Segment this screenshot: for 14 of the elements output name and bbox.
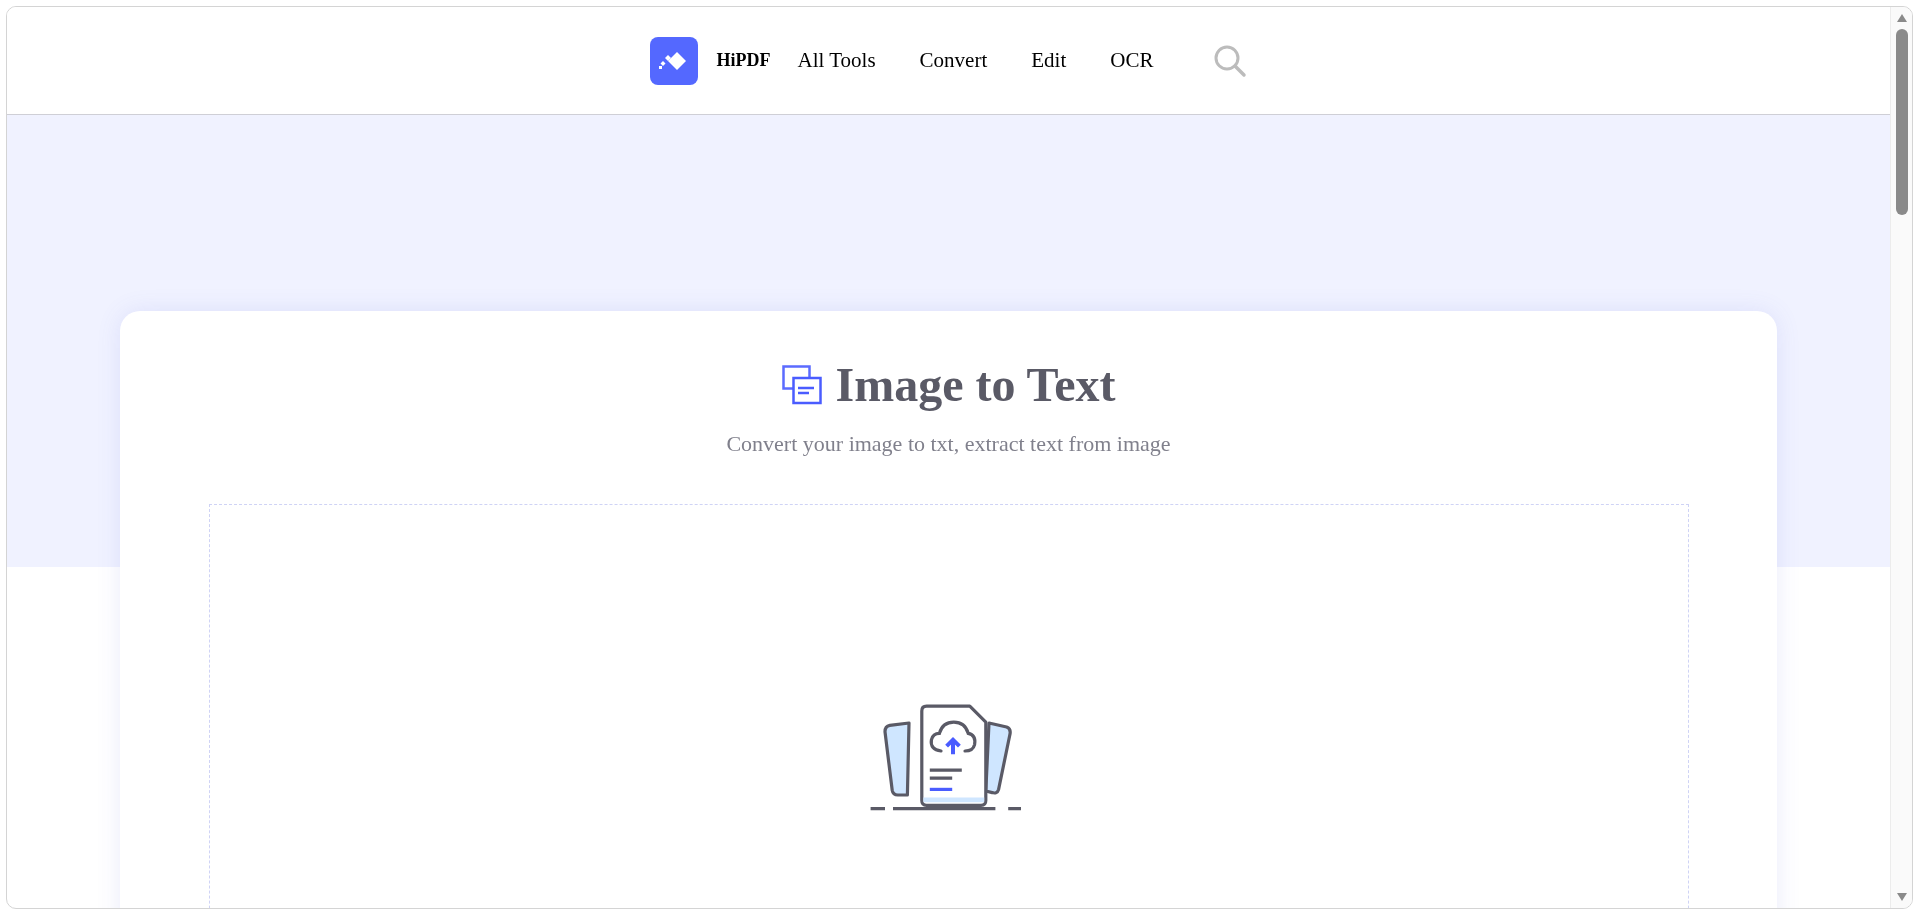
scrollbar[interactable]	[1890, 7, 1912, 908]
nav-link[interactable]: Convert	[919, 44, 988, 77]
brand-name[interactable]: HiPDF	[716, 47, 771, 74]
scrollbar-thumb[interactable]	[1895, 29, 1908, 215]
scroll-down-icon[interactable]	[1895, 892, 1908, 902]
scroll-up-icon[interactable]	[1895, 13, 1908, 23]
nav-link[interactable]: Edit	[1031, 44, 1067, 77]
documents-icon	[781, 365, 822, 405]
logo-icon[interactable]	[649, 36, 698, 85]
nav-link[interactable]: OCR	[1110, 44, 1154, 77]
page-subtitle: Convert your image to txt, extract text from image	[726, 430, 1171, 458]
nav-link[interactable]: All Tools	[797, 44, 876, 77]
search-icon[interactable]	[1213, 43, 1248, 78]
page-title: Image to Text	[835, 357, 1116, 413]
